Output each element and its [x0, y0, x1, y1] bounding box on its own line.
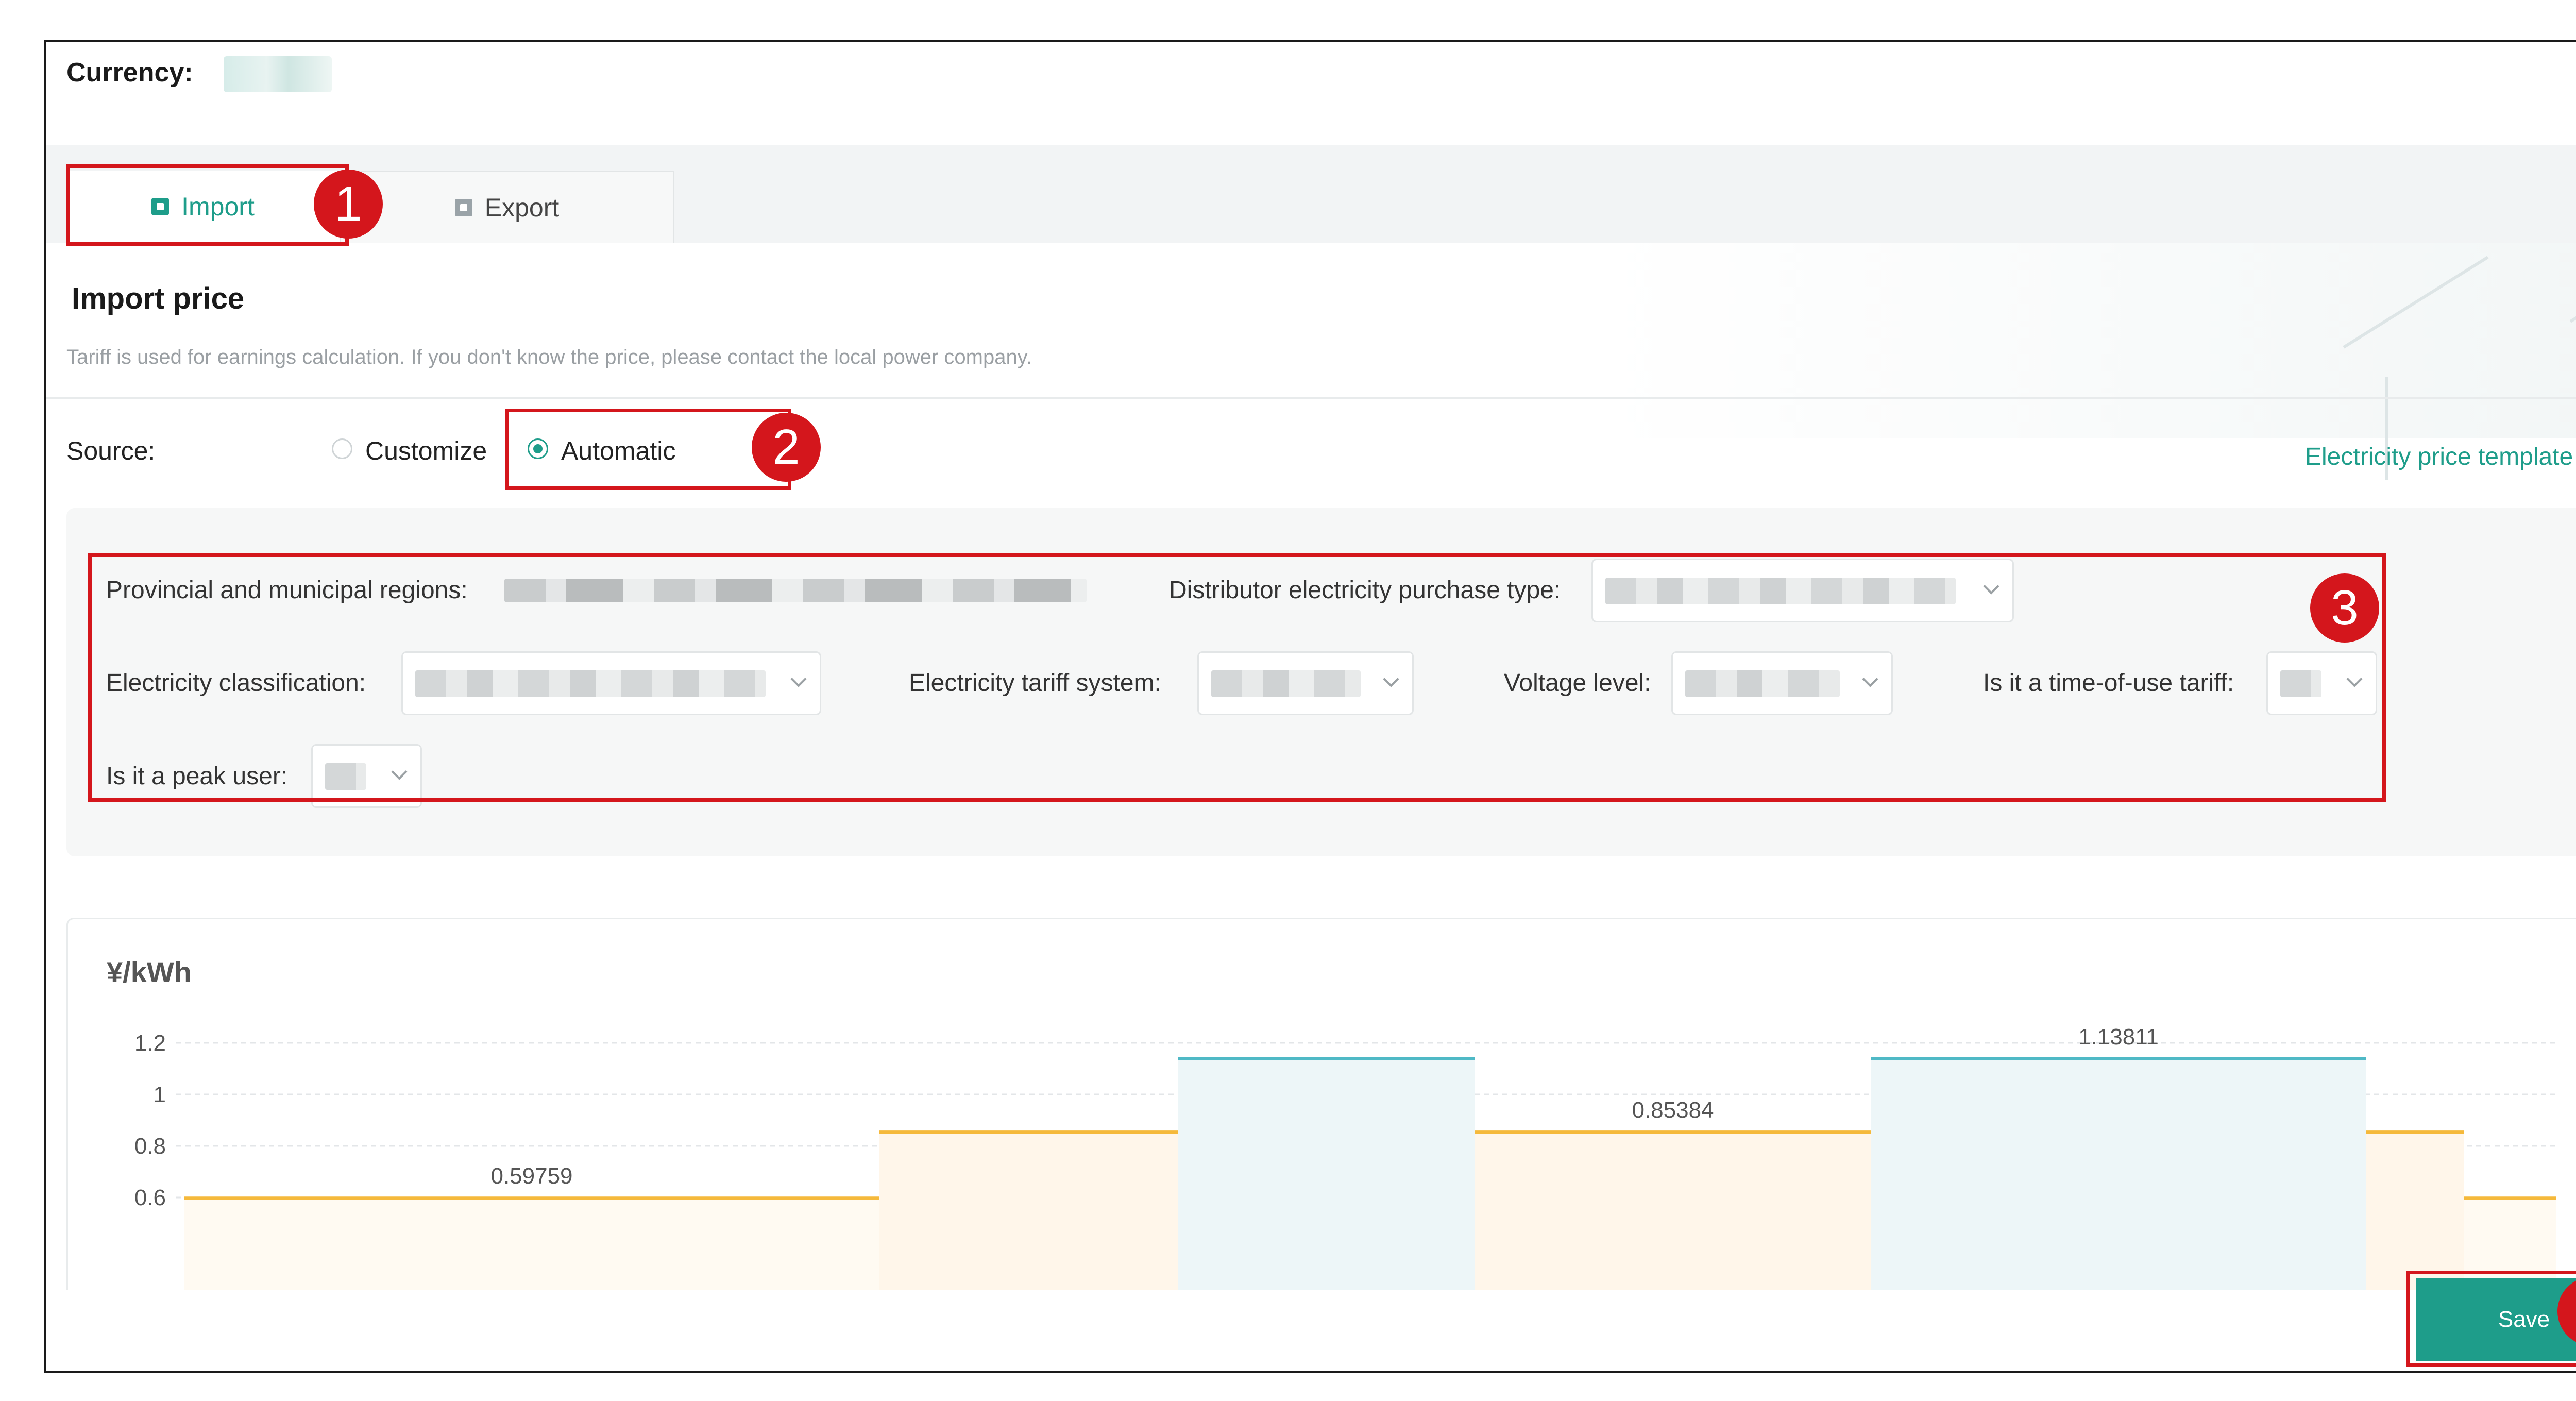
price-data-label: 1.13811: [2078, 1024, 2159, 1050]
price-data-label: 0.85384: [1632, 1098, 1714, 1123]
price-chart: 0.6 0.8 1 1.2 0.59759 0.85384 1.13811: [134, 1024, 2556, 1290]
annotation-box-1: [66, 164, 349, 246]
electricity-price-template-link[interactable]: Electricity price template >: [2305, 443, 2576, 471]
header-decoration: [46, 243, 2576, 480]
price-area-segment: [1475, 1132, 1871, 1290]
price-area-segment: [1178, 1058, 1475, 1290]
page-description: Tariff is used for earnings calculation.…: [66, 346, 1032, 368]
price-area-segment: [184, 1198, 879, 1290]
annotation-box-2: [505, 409, 791, 490]
radio-customize-label[interactable]: Customize: [365, 436, 487, 466]
currency-value: [224, 56, 332, 92]
price-area-segment: [2366, 1132, 2464, 1290]
annotation-box-3: [88, 553, 2386, 802]
source-label: Source:: [66, 436, 156, 465]
price-area-segment: [1871, 1058, 2366, 1290]
radio-customize[interactable]: [332, 438, 352, 459]
template-link-text: Electricity price template: [2305, 443, 2573, 470]
tab-export-label: Export: [484, 193, 560, 222]
export-icon: [454, 198, 472, 216]
y-tick-label: 0.6: [134, 1185, 166, 1210]
app-frame: Currency: Import Export Import price Tar…: [44, 40, 2576, 1373]
price-chart-card: ¥/kWh 0.6 0.8 1 1.2 0.59759 0.85384 1.13811: [66, 918, 2576, 1290]
currency-label: Currency:: [66, 58, 193, 88]
annotation-badge-3: 3: [2310, 573, 2379, 643]
y-tick-label: 1: [154, 1082, 166, 1107]
divider: [46, 397, 2576, 399]
y-tick-label: 1.2: [134, 1031, 166, 1056]
annotation-badge-2: 2: [752, 413, 821, 482]
tab-export[interactable]: Export: [340, 171, 674, 243]
price-area-segment: [879, 1132, 1178, 1290]
price-data-label: 0.59759: [490, 1163, 572, 1189]
y-tick-label: 0.8: [134, 1134, 166, 1159]
page-title: Import price: [72, 282, 245, 315]
annotation-badge-1: 1: [314, 170, 383, 239]
decoration-line: [2343, 256, 2489, 349]
annotation-box-4: [2406, 1271, 2576, 1367]
decoration-line: [2569, 249, 2576, 323]
